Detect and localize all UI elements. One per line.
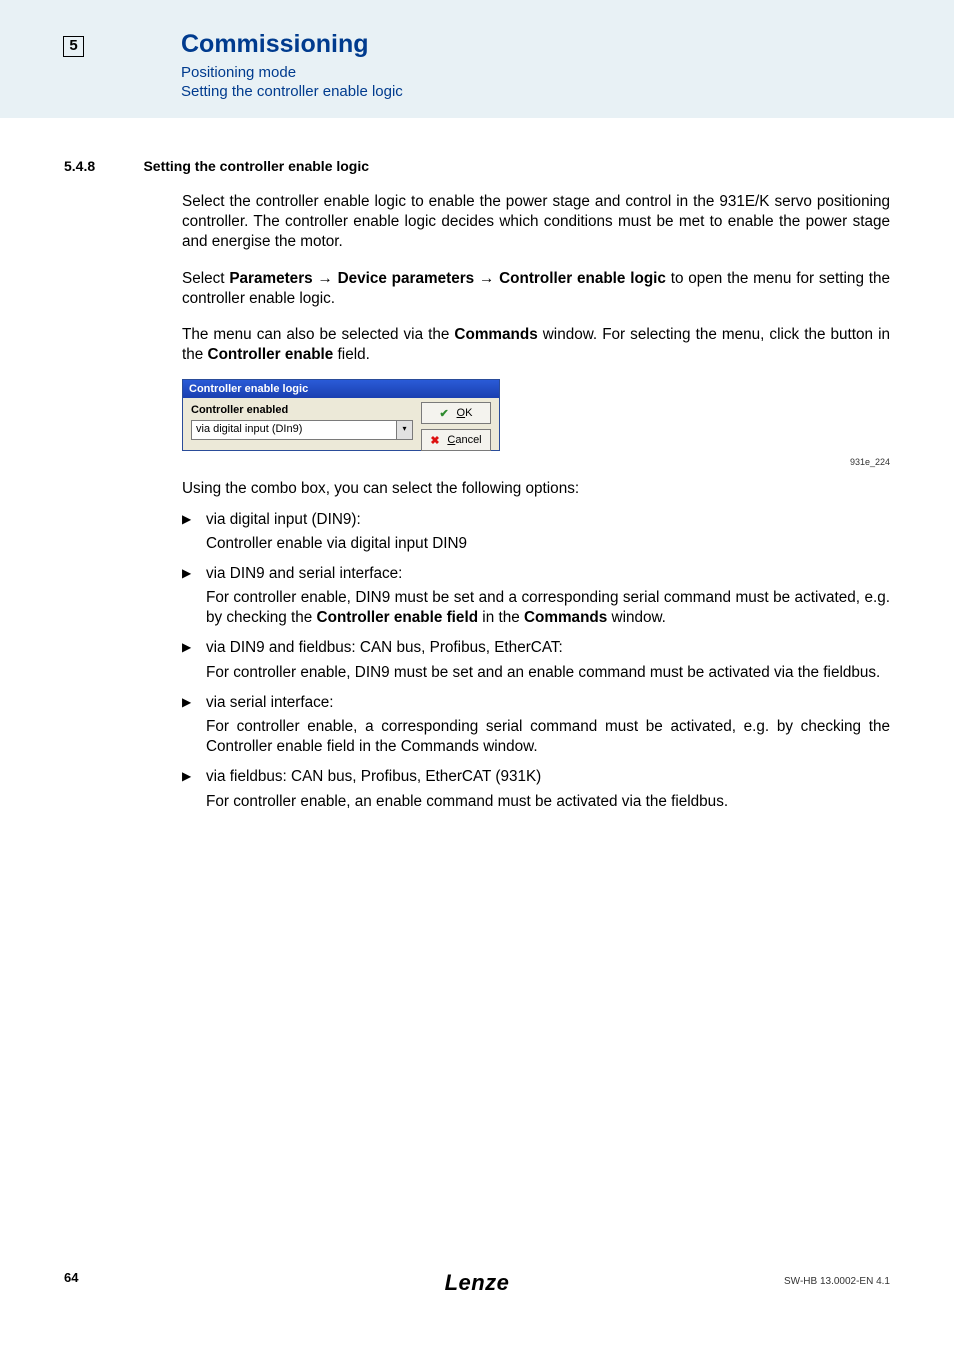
paragraph: Select Parameters → Device parameters → …: [182, 269, 890, 309]
list-item: ▶ via digital input (DIN9): Controller e…: [182, 510, 890, 554]
chevron-down-icon[interactable]: ▾: [396, 421, 412, 439]
paragraph: Select the controller enable logic to en…: [182, 192, 890, 253]
list-item-body: For controller enable, an enable command…: [206, 792, 890, 812]
list-item-body: For controller enable, DIN9 must be set …: [206, 663, 890, 683]
list-item-head: via serial interface:: [206, 693, 890, 713]
triangle-bullet-icon: ▶: [182, 769, 191, 785]
select-value: via digital input (DIn9): [196, 423, 302, 435]
button-label: OK: [457, 407, 473, 419]
list-item-body: For controller enable, a corresponding s…: [206, 717, 890, 757]
text: in the: [478, 609, 524, 626]
triangle-bullet-icon: ▶: [182, 640, 191, 656]
list-item-head: via digital input (DIN9):: [206, 510, 890, 530]
list-item-body: For controller enable, DIN9 must be set …: [206, 588, 890, 628]
dialog-titlebar: Controller enable logic: [183, 380, 499, 398]
list-item-head: via fieldbus: CAN bus, Profibus, EtherCA…: [206, 767, 890, 787]
check-icon: ✔: [440, 407, 452, 419]
text: window.: [607, 609, 666, 626]
document-id: SW-HB 13.0002-EN 4.1: [784, 1276, 890, 1287]
ok-button[interactable]: ✔ OK: [421, 402, 491, 424]
cancel-button[interactable]: ✖ Cancel: [421, 429, 491, 451]
arrow: →: [474, 270, 499, 287]
menu-path-item: Controller enable logic: [499, 270, 666, 287]
list-item-body: Controller enable via digital input DIN9: [206, 534, 890, 554]
section-number: 5.4.8: [64, 158, 139, 174]
bold-term: Commands: [454, 326, 537, 343]
page-footer: 64 Lenze SW-HB 13.0002-EN 4.1: [0, 1270, 954, 1294]
triangle-bullet-icon: ▶: [182, 512, 191, 528]
triangle-bullet-icon: ▶: [182, 566, 191, 582]
arrow: →: [313, 270, 338, 287]
chapter-title: Commissioning: [181, 30, 369, 59]
option-list: ▶ via digital input (DIN9): Controller e…: [182, 510, 890, 812]
section-heading: 5.4.8 Setting the controller enable logi…: [64, 158, 890, 176]
dialog-controller-enable-logic: Controller enable logic Controller enabl…: [182, 379, 500, 451]
bold-term: Controller enable field: [317, 609, 479, 626]
header-band: 5 Commissioning Positioning mode Setting…: [0, 0, 954, 118]
page-number: 64: [64, 1270, 78, 1285]
button-label: Cancel: [447, 434, 481, 446]
bold-term: Controller enable: [208, 346, 334, 363]
text: Select: [182, 270, 229, 287]
controller-enabled-select[interactable]: via digital input (DIn9) ▾: [191, 420, 413, 440]
list-item-head: via DIN9 and serial interface:: [206, 564, 890, 584]
paragraph: Using the combo box, you can select the …: [182, 479, 890, 499]
figure-reference: 931e_224: [182, 457, 890, 467]
text: The menu can also be selected via the: [182, 326, 454, 343]
paragraph: The menu can also be selected via the Co…: [182, 325, 890, 365]
list-item: ▶ via DIN9 and fieldbus: CAN bus, Profib…: [182, 638, 890, 682]
list-item: ▶ via serial interface: For controller e…: [182, 693, 890, 758]
section-title: Setting the controller enable logic: [143, 158, 369, 174]
chapter-number-box: 5: [63, 36, 84, 57]
menu-path-item: Device parameters: [338, 270, 475, 287]
bold-term: Commands: [524, 609, 607, 626]
text: field.: [333, 346, 370, 363]
list-item: ▶ via fieldbus: CAN bus, Profibus, Ether…: [182, 767, 890, 811]
close-icon: ✖: [430, 434, 442, 446]
triangle-bullet-icon: ▶: [182, 695, 191, 711]
chapter-subtitle-1: Positioning mode: [181, 64, 296, 81]
list-item-head: via DIN9 and fieldbus: CAN bus, Profibus…: [206, 638, 890, 658]
menu-path-item: Parameters: [229, 270, 312, 287]
brand-logo: Lenze: [445, 1270, 510, 1296]
list-item: ▶ via DIN9 and serial interface: For con…: [182, 564, 890, 629]
chapter-subtitle-2: Setting the controller enable logic: [181, 83, 403, 100]
